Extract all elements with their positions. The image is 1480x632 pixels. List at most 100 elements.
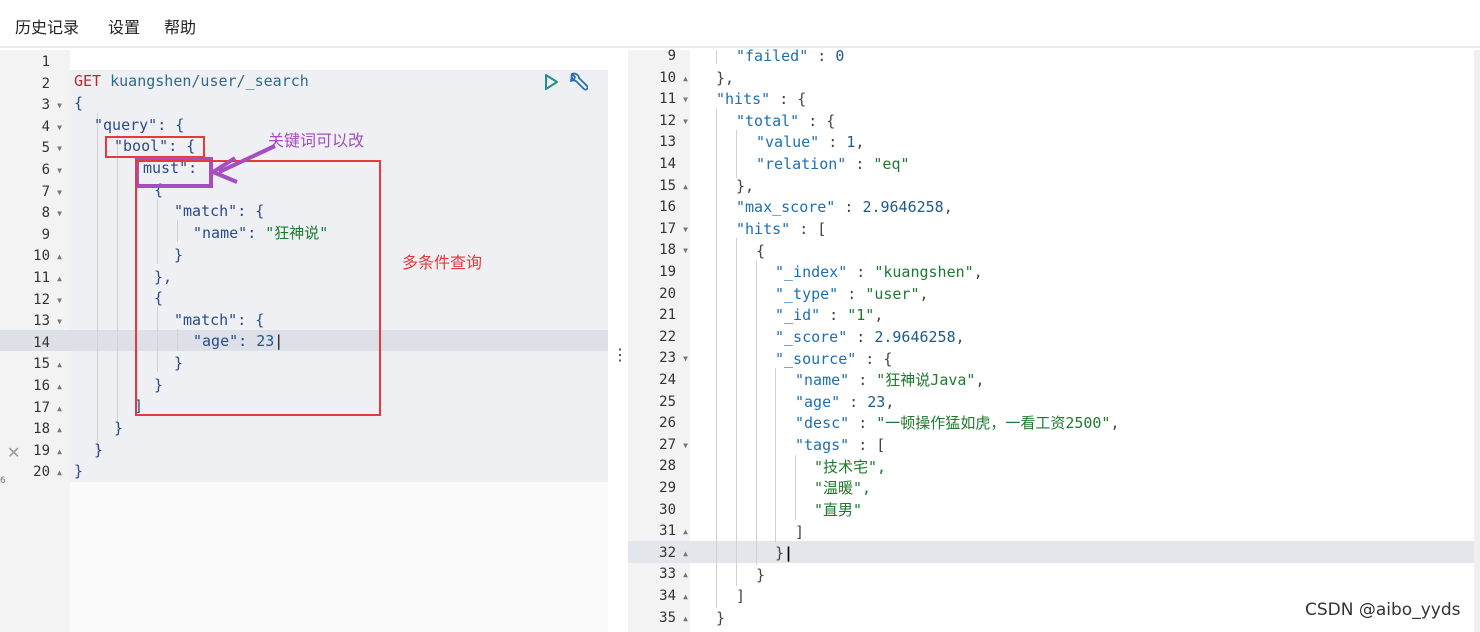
line-number: 24 <box>632 371 688 389</box>
code-line: "_index" : "kuangshen", <box>775 263 983 281</box>
json-key: "desc" <box>795 414 850 432</box>
line-number: 29 <box>632 479 688 497</box>
text-cursor: | <box>784 544 794 562</box>
line-number: 12 ▼ <box>632 112 688 131</box>
indent-guide <box>97 113 98 453</box>
fold-toggle-icon[interactable]: ▼ <box>52 292 62 310</box>
fold-toggle-icon[interactable]: ▲ <box>52 400 62 418</box>
response-scrollbar[interactable] <box>1474 50 1480 632</box>
json-punct: , <box>885 393 895 411</box>
fold-toggle-icon[interactable]: ▼ <box>52 313 62 331</box>
line-number: 14 <box>632 155 688 173</box>
line-number: 32 ▲ <box>632 544 688 563</box>
menu-history[interactable]: 历史记录 <box>15 14 79 38</box>
json-punct: , <box>975 371 985 389</box>
close-icon[interactable]: ✕ <box>7 443 20 462</box>
wrench-icon[interactable] <box>566 71 588 93</box>
request-editor-empty-area[interactable] <box>70 482 608 632</box>
fold-toggle-icon[interactable]: ▲ <box>678 566 688 584</box>
fold-toggle-icon[interactable]: ▼ <box>52 97 62 115</box>
line-number-text: 5 <box>41 140 50 157</box>
json-punct: : { <box>799 112 836 130</box>
json-key: "relation" <box>756 155 847 173</box>
fold-toggle-icon[interactable]: ▲ <box>678 588 688 606</box>
json-number: 1 <box>846 133 856 151</box>
fold-toggle-icon[interactable]: ▲ <box>52 421 62 439</box>
line-number: 8 ▼ <box>6 204 62 223</box>
line-number-text: 8 <box>41 205 50 222</box>
fold-toggle-icon[interactable]: ▼ <box>678 113 688 131</box>
indent-guide <box>775 368 776 543</box>
fold-toggle-icon[interactable]: ▲ <box>52 378 62 396</box>
line-number-text: 10 <box>659 69 676 86</box>
line-number: 31 ▲ <box>632 522 688 541</box>
fold-toggle-icon[interactable]: ▼ <box>678 437 688 455</box>
json-punct: : { <box>157 116 185 134</box>
fold-toggle-icon[interactable]: ▲ <box>52 356 62 374</box>
line-number-text: 4 <box>41 118 50 135</box>
line-number: 4 ▼ <box>6 118 62 137</box>
line-number: 2 <box>6 75 62 93</box>
json-string: "kuangshen" <box>874 263 974 281</box>
fold-toggle-icon[interactable]: ▲ <box>52 464 62 482</box>
conditions-highlight-box <box>135 160 381 416</box>
line-number-text: 2 <box>41 75 50 92</box>
fold-toggle-icon[interactable]: ▼ <box>52 119 62 137</box>
code-line: "温暖", <box>814 479 872 497</box>
line-number: 22 <box>632 328 688 346</box>
line-number-text: 17 <box>33 399 50 416</box>
pane-splitter[interactable]: ⋮ <box>612 345 628 365</box>
json-key: "query" <box>94 116 158 134</box>
line-number-text: 12 <box>33 291 50 308</box>
json-punct: : <box>849 371 877 389</box>
line-number-text: 16 <box>659 199 676 216</box>
run-request-icon[interactable] <box>543 73 559 91</box>
line-number: 10 ▲ <box>632 69 688 88</box>
fold-toggle-icon[interactable]: ▲ <box>52 443 62 461</box>
fold-toggle-icon[interactable]: ▼ <box>52 205 62 223</box>
line-number-text: 1 <box>41 54 50 70</box>
fold-toggle-icon[interactable]: ▲ <box>678 178 688 196</box>
line-number: 15 ▲ <box>6 355 62 374</box>
bool-highlight-box <box>105 136 205 158</box>
code-line: } <box>74 462 84 480</box>
line-number: 26 <box>632 414 688 432</box>
fold-toggle-icon[interactable]: ▲ <box>678 523 688 541</box>
indent-guide <box>756 260 757 565</box>
line-number-text: 29 <box>659 480 676 496</box>
json-punct: , <box>874 306 884 324</box>
line-number: 20 <box>632 285 688 303</box>
line-number-text: 26 <box>659 415 676 432</box>
line-number: 28 <box>632 457 688 475</box>
json-key: "value" <box>756 133 820 151</box>
fold-toggle-icon[interactable]: ▲ <box>52 270 62 288</box>
fold-toggle-icon[interactable]: ▼ <box>678 350 688 368</box>
line-number-text: 14 <box>659 156 676 172</box>
code-line: }| <box>775 544 793 562</box>
fold-toggle-icon[interactable]: ▼ <box>678 91 688 109</box>
line-number-text: 34 <box>659 588 676 604</box>
fold-toggle-icon[interactable]: ▼ <box>52 140 62 158</box>
json-punct: } <box>775 544 785 562</box>
fold-toggle-icon[interactable]: ▲ <box>678 610 688 628</box>
fold-toggle-icon[interactable]: ▲ <box>678 70 688 88</box>
fold-toggle-icon[interactable]: ▲ <box>678 545 688 563</box>
line-number-text: 15 <box>659 177 676 194</box>
json-punct: , <box>919 285 929 303</box>
code-line: "技术宅", <box>814 458 887 476</box>
fold-toggle-icon[interactable]: ▼ <box>52 162 62 180</box>
fold-toggle-icon[interactable]: ▼ <box>678 221 688 239</box>
line-number-text: 14 <box>33 334 50 351</box>
fold-toggle-icon[interactable]: ▲ <box>52 248 62 266</box>
fold-toggle-icon[interactable]: ▼ <box>52 184 62 202</box>
json-string: "user" <box>865 285 920 303</box>
json-key: "_index" <box>775 263 848 281</box>
menu-settings[interactable]: 设置 <box>108 14 140 38</box>
line-number: 27 ▼ <box>632 436 688 455</box>
menu-help[interactable]: 帮助 <box>164 14 196 38</box>
json-punct: , <box>973 263 983 281</box>
fold-toggle-icon[interactable]: ▼ <box>678 242 688 260</box>
line-number: 20 ▲ <box>6 463 62 482</box>
code-line: ] <box>736 587 746 605</box>
json-number: 2.9646258 <box>862 198 944 216</box>
